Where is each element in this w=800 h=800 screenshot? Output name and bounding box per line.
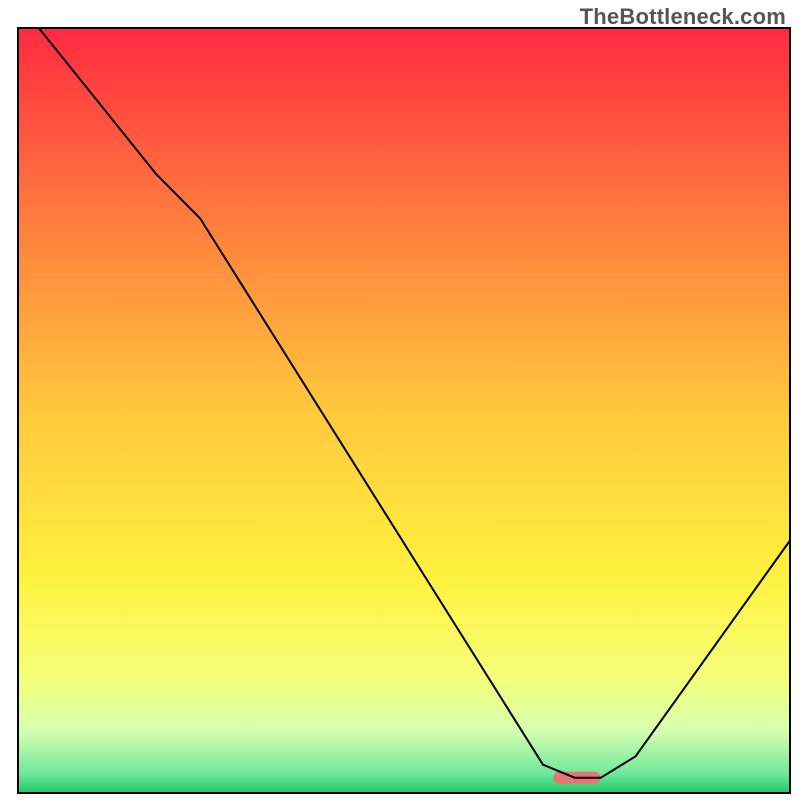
bottleneck-chart: TheBottleneck.com bbox=[0, 0, 800, 800]
chart-svg bbox=[0, 0, 800, 800]
plot-background bbox=[18, 28, 790, 793]
